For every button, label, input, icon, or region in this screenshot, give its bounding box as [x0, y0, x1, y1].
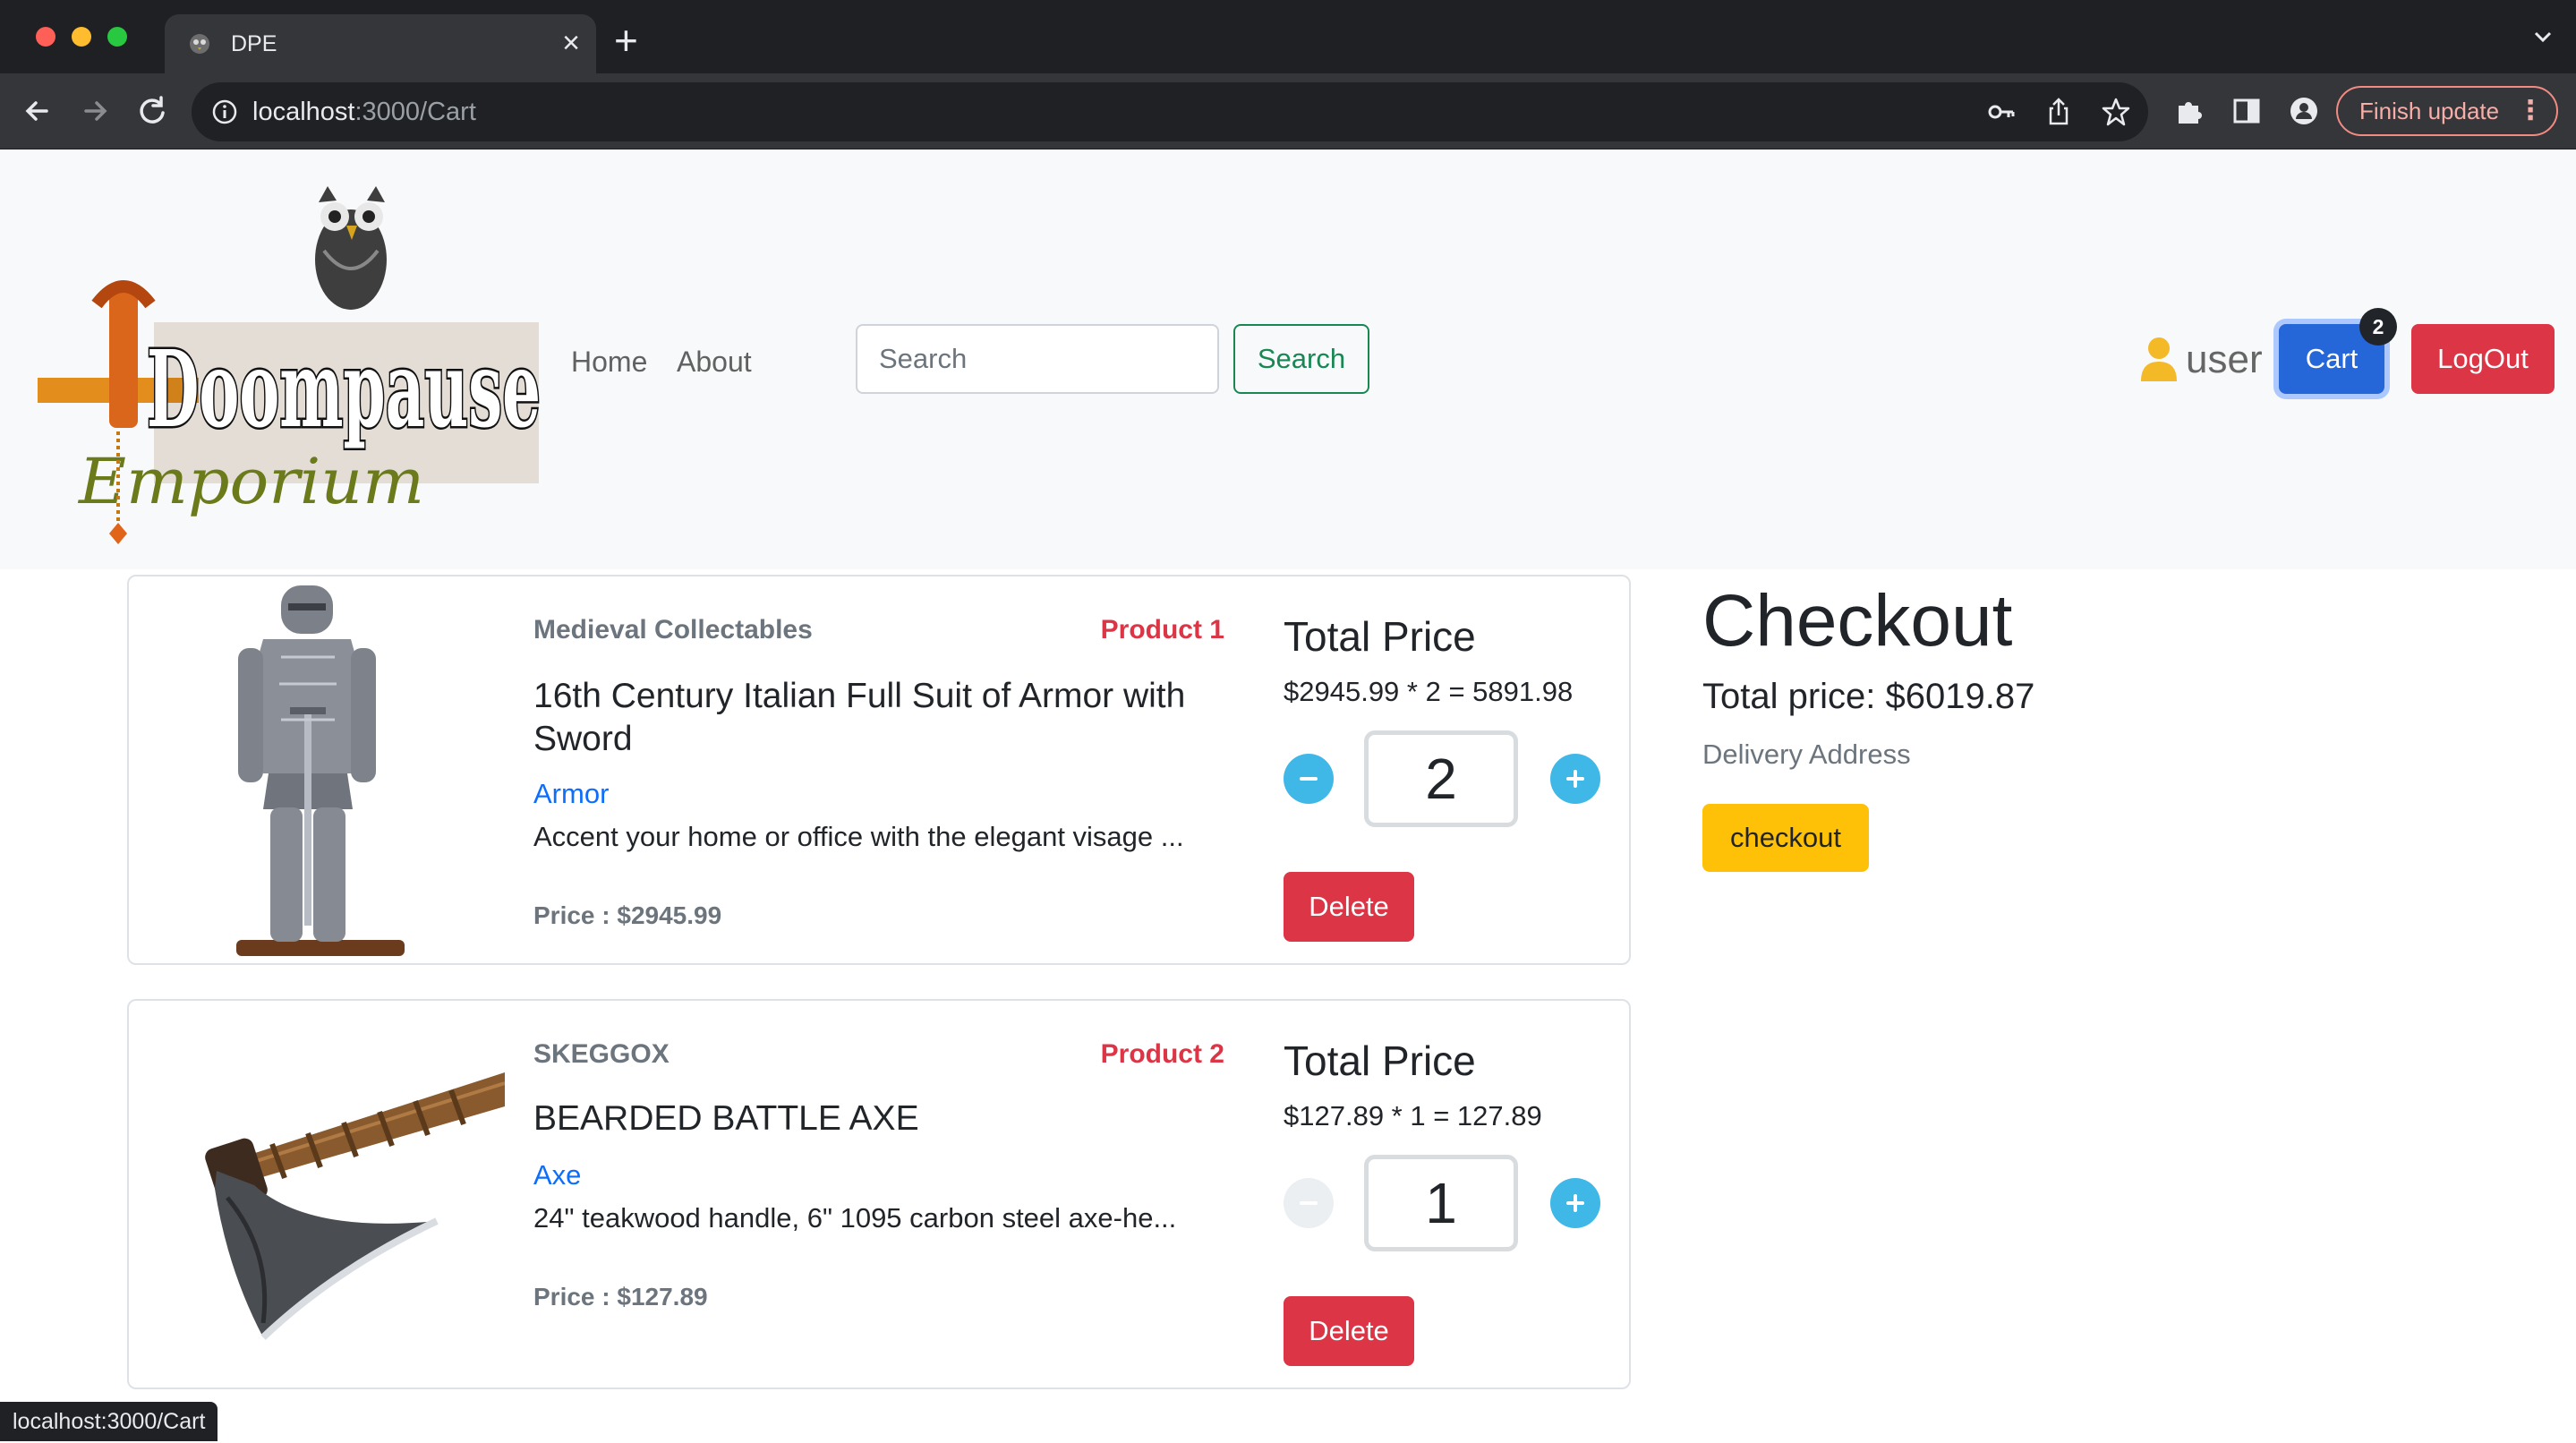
maximize-window-button[interactable]	[107, 27, 127, 47]
nav-link-about[interactable]: About	[677, 344, 752, 380]
user-icon	[2141, 337, 2177, 381]
close-window-button[interactable]	[36, 27, 55, 47]
delete-button[interactable]: Delete	[1284, 872, 1414, 942]
key-icon[interactable]	[1985, 96, 2017, 128]
product-category-link[interactable]: Armor	[533, 777, 609, 811]
more-vertical-icon: ⋮	[2517, 96, 2544, 125]
product-description: Accent your home or office with the eleg…	[533, 821, 1184, 852]
increase-quantity-button[interactable]	[1550, 754, 1600, 804]
profile-icon[interactable]	[2288, 95, 2320, 127]
browser-tab-strip: DPE × +	[0, 0, 2576, 73]
search-input[interactable]	[856, 324, 1219, 394]
minus-icon	[1300, 1201, 1318, 1205]
product-name[interactable]: 16th Century Italian Full Suit of Armor …	[533, 675, 1250, 761]
product-brand: Medieval Collectables	[533, 615, 813, 645]
minimize-window-button[interactable]	[72, 27, 91, 47]
total-price-title: Total Price	[1284, 1037, 1476, 1084]
cart-count-badge: 2	[2359, 308, 2397, 346]
total-price-calculation: $127.89 * 1 = 127.89	[1284, 1100, 1542, 1131]
bookmark-star-icon[interactable]	[2100, 96, 2132, 128]
finish-update-button[interactable]: Finish update ⋮	[2336, 86, 2558, 136]
site-navbar: Doompause Emporium Home About Search use…	[0, 150, 2576, 569]
extensions-puzzle-icon[interactable]	[2173, 95, 2205, 127]
logout-button[interactable]: LogOut	[2411, 324, 2555, 394]
checkout-button[interactable]: checkout	[1702, 804, 1869, 872]
svg-text:Emporium: Emporium	[77, 445, 424, 518]
armor-suit-image[interactable]	[129, 576, 505, 963]
browser-toolbar: localhost:3000/Cart Finish update ⋮	[0, 73, 2576, 149]
username-label: user	[2186, 337, 2263, 381]
product-price: Price : $2945.99	[533, 901, 722, 929]
product-category-link[interactable]: Axe	[533, 1158, 581, 1192]
quantity-display: 2	[1364, 730, 1518, 827]
svg-text:Doompause: Doompause	[147, 327, 541, 451]
search-button[interactable]: Search	[1233, 324, 1369, 394]
product-number: Product 1	[1100, 615, 1224, 645]
product-price: Price : $127.89	[533, 1283, 708, 1311]
checkout-total-price: Total price: $6019.87	[1702, 677, 2035, 716]
plus-icon	[1566, 1194, 1584, 1212]
nav-link-home[interactable]: Home	[571, 344, 647, 380]
quantity-display: 1	[1364, 1155, 1518, 1251]
browser-tab[interactable]: DPE ×	[165, 14, 596, 73]
reload-icon[interactable]	[131, 90, 174, 132]
address-bar[interactable]: localhost:3000/Cart	[192, 82, 2148, 141]
share-icon[interactable]	[2043, 96, 2075, 128]
delete-button[interactable]: Delete	[1284, 1296, 1414, 1366]
cart-item-card: Medieval Collectables Product 1 16th Cen…	[127, 575, 1631, 965]
side-panel-icon[interactable]	[2231, 95, 2263, 127]
minus-icon	[1300, 777, 1318, 781]
link-status-bar: localhost:3000/Cart	[0, 1402, 218, 1441]
url-text[interactable]: localhost:3000/Cart	[252, 96, 476, 128]
doompause-emporium-logo[interactable]: Doompause Emporium	[20, 170, 544, 546]
checkout-heading: Checkout	[1702, 580, 2013, 662]
product-brand: SKEGGOX	[533, 1039, 670, 1069]
total-price-calculation: $2945.99 * 2 = 5891.98	[1284, 676, 1574, 707]
tab-title: DPE	[231, 31, 277, 56]
total-price-title: Total Price	[1284, 613, 1476, 660]
plus-icon	[1566, 770, 1584, 788]
cart-item-card: SKEGGOX Product 2 BEARDED BATTLE AXE Axe…	[127, 999, 1631, 1389]
new-tab-button[interactable]: +	[614, 20, 638, 61]
product-name[interactable]: BEARDED BATTLE AXE	[533, 1097, 1250, 1140]
forward-arrow-icon[interactable]	[73, 90, 116, 132]
info-icon[interactable]	[211, 98, 238, 125]
owl-favicon-icon	[190, 34, 209, 54]
product-description: 24" teakwood handle, 6" 1095 carbon stee…	[533, 1202, 1177, 1234]
tab-close-button[interactable]: ×	[562, 25, 580, 61]
decrease-quantity-button[interactable]	[1284, 754, 1334, 804]
increase-quantity-button[interactable]	[1550, 1178, 1600, 1228]
delivery-address-label: Delivery Address	[1702, 739, 1911, 770]
decrease-quantity-button[interactable]	[1284, 1178, 1334, 1228]
back-arrow-icon[interactable]	[16, 90, 59, 132]
product-number: Product 2	[1100, 1039, 1224, 1069]
bearded-axe-image[interactable]	[129, 1001, 505, 1388]
chevron-down-icon[interactable]	[2531, 25, 2555, 48]
